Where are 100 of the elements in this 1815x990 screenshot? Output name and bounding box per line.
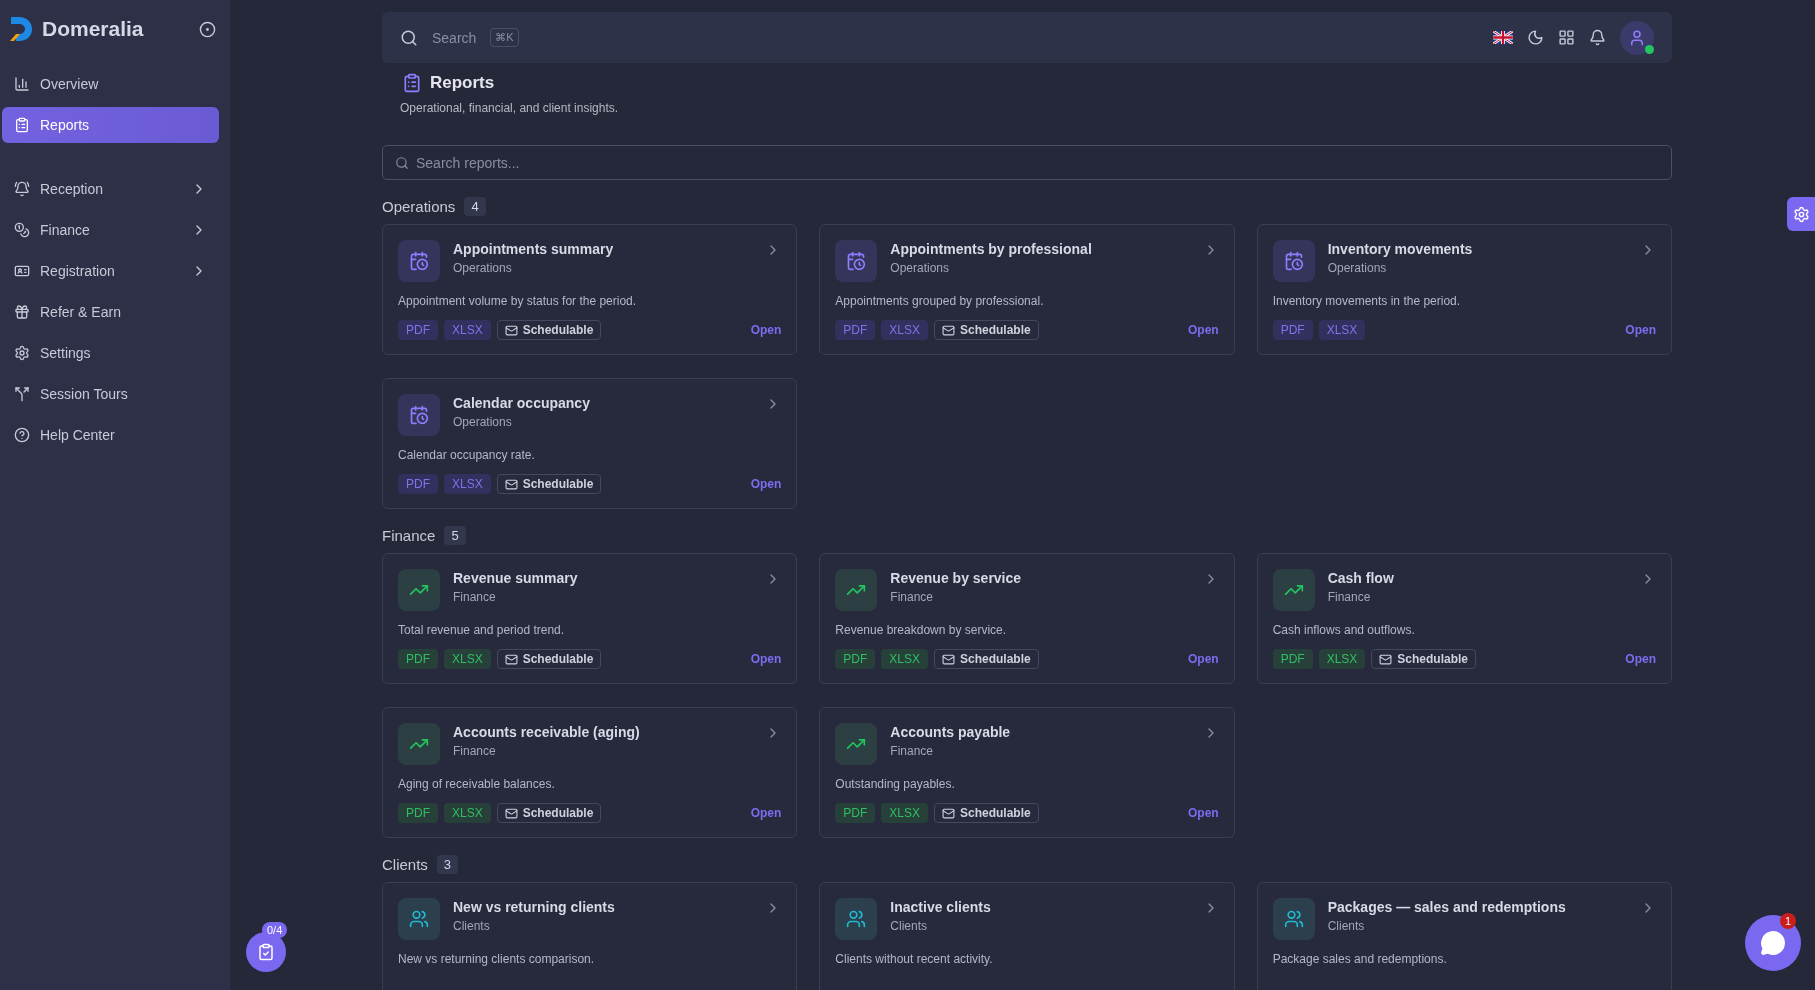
- sidebar-item[interactable]: Session Tours: [2, 376, 219, 412]
- schedulable-tag: Schedulable: [1371, 649, 1477, 669]
- global-search-placeholder[interactable]: Search: [432, 29, 477, 46]
- report-category: Clients: [453, 919, 491, 933]
- report-card[interactable]: Packages — sales and redemptions Clients Package sales and redemptions.: [1256, 882, 1672, 990]
- bar-chart-icon: [14, 76, 30, 92]
- flag-icon[interactable]: [1493, 31, 1513, 44]
- fork-icon: [14, 386, 30, 402]
- mail-icon: [942, 323, 955, 337]
- open-link[interactable]: Open: [1188, 806, 1219, 820]
- sidebar-item[interactable]: Reports: [2, 107, 219, 143]
- mail-icon: [942, 652, 955, 666]
- report-category: Finance: [453, 590, 497, 604]
- format-tag: XLSX: [1318, 649, 1366, 669]
- report-card[interactable]: Cash flow Finance Cash inflows and outflows. PDF XLSX Schedulable Open: [1256, 553, 1672, 684]
- format-tag: PDF: [1272, 320, 1313, 340]
- open-link[interactable]: Open: [1188, 652, 1219, 666]
- calendar-icon: [1283, 251, 1304, 271]
- report-title: Appointments by professional: [890, 241, 1093, 257]
- format-tag: XLSX: [444, 320, 491, 340]
- format-tag: XLSX: [1318, 320, 1366, 340]
- report-description: Calendar occupancy rate.: [398, 448, 536, 462]
- user-avatar[interactable]: [1620, 20, 1654, 55]
- open-link[interactable]: Open: [750, 323, 782, 337]
- report-category: Finance: [890, 590, 935, 604]
- report-category: Finance: [1327, 590, 1372, 604]
- format-tag: PDF: [398, 803, 438, 823]
- section-title: Clients: [382, 856, 428, 873]
- report-category: Operations: [453, 415, 513, 429]
- mail-icon: [504, 806, 518, 820]
- user-icon: [1628, 28, 1646, 47]
- report-description: New vs returning clients comparison.: [398, 952, 596, 966]
- section-count: 5: [444, 526, 466, 545]
- report-card[interactable]: Accounts payable Finance Outstanding payables. PDF XLSX Schedulable Open: [819, 707, 1235, 838]
- section-title: Finance: [382, 527, 436, 544]
- open-link[interactable]: Open: [750, 806, 782, 820]
- mail-icon: [504, 477, 518, 491]
- format-tag: PDF: [1272, 649, 1313, 669]
- moon-icon[interactable]: [1527, 29, 1544, 46]
- report-title: Accounts receivable (aging): [453, 724, 641, 740]
- gift-icon: [14, 304, 30, 320]
- tour-button[interactable]: [246, 932, 286, 972]
- open-link[interactable]: Open: [1188, 323, 1219, 337]
- calendar-icon: [409, 251, 429, 271]
- report-card[interactable]: Appointments by professional Operations Appointments grouped by professional. PDF XLSX Schedulable Open: [819, 224, 1235, 355]
- users-icon: [1283, 909, 1304, 929]
- sidebar-item[interactable]: Registration: [2, 253, 219, 289]
- apps-icon[interactable]: [1558, 29, 1575, 46]
- brand-name: Domeralia: [42, 17, 145, 41]
- report-title: Cash flow: [1327, 570, 1395, 586]
- schedulable-tag: Schedulable: [934, 649, 1039, 669]
- schedulable-tag: Schedulable: [496, 803, 602, 823]
- format-tag: XLSX: [881, 649, 928, 669]
- section-count: 4: [464, 197, 486, 216]
- report-title: Inventory movements: [1327, 241, 1474, 257]
- open-link[interactable]: Open: [1625, 652, 1656, 666]
- page-subtitle: Operational, financial, and client insights.: [400, 101, 620, 115]
- coins-icon: [14, 222, 30, 238]
- report-category: Operations: [890, 261, 951, 275]
- report-card[interactable]: Inventory movements Operations Inventory movements in the period. PDF XLSX Open: [1256, 224, 1672, 355]
- sidebar-item[interactable]: Settings: [2, 335, 219, 371]
- report-card[interactable]: Revenue summary Finance Total revenue and period trend. PDF XLSX Schedulable Open: [382, 553, 798, 684]
- search-icon: [395, 156, 409, 170]
- chat-button[interactable]: [1745, 915, 1801, 971]
- report-card[interactable]: Calendar occupancy Operations Calendar occupancy rate. PDF XLSX Schedulable Open: [382, 378, 798, 509]
- report-description: Package sales and redemptions.: [1272, 952, 1448, 966]
- sidebar-item[interactable]: Help Center: [2, 417, 219, 453]
- report-category: Finance: [453, 744, 497, 758]
- sidebar-item[interactable]: Overview: [2, 66, 219, 102]
- format-tag: XLSX: [444, 803, 491, 823]
- report-description: Revenue breakdown by service.: [835, 623, 1008, 637]
- schedulable-tag: Schedulable: [934, 803, 1039, 823]
- report-search-field[interactable]: Search reports...: [382, 145, 1672, 180]
- report-description: Inventory movements in the period.: [1272, 294, 1462, 308]
- settings-icon: [1792, 205, 1810, 223]
- open-link[interactable]: Open: [750, 652, 782, 666]
- sidebar-item[interactable]: Finance: [2, 212, 219, 248]
- report-description: Appointments grouped by professional.: [835, 294, 1045, 308]
- users-icon: [846, 909, 867, 929]
- report-card[interactable]: Appointments summary Operations Appointment volume by status for the period. PDF XLSX Schedulable Open: [382, 224, 798, 355]
- report-card[interactable]: Accounts receivable (aging) Finance Aging of receivable balances. PDF XLSX Schedulable Open: [382, 707, 798, 838]
- report-card[interactable]: New vs returning clients Clients New vs returning clients comparison.: [382, 882, 798, 990]
- report-card[interactable]: Inactive clients Clients Clients without recent activity.: [819, 882, 1235, 990]
- open-link[interactable]: Open: [750, 477, 782, 491]
- sidebar-item[interactable]: Refer & Earn: [2, 294, 219, 330]
- section-title: Operations: [382, 198, 456, 215]
- sidebar-item[interactable]: Reception: [2, 171, 219, 207]
- report-category: Finance: [890, 744, 935, 758]
- report-card[interactable]: Revenue by service Finance Revenue breakdown by service. PDF XLSX Schedulable Open: [819, 553, 1235, 684]
- clipboard-icon: [402, 73, 422, 93]
- logo-icon: [8, 15, 34, 43]
- format-tag: PDF: [835, 320, 876, 340]
- calendar-icon: [409, 405, 429, 425]
- search-icon[interactable]: [400, 28, 418, 47]
- sidebar-toggle-icon[interactable]: [199, 20, 216, 38]
- tour-progress-badge: 0/4: [262, 922, 288, 938]
- bell-icon[interactable]: [1589, 29, 1606, 46]
- open-link[interactable]: Open: [1625, 323, 1656, 337]
- settings-button[interactable]: [1787, 197, 1815, 231]
- schedulable-tag: Schedulable: [496, 320, 602, 340]
